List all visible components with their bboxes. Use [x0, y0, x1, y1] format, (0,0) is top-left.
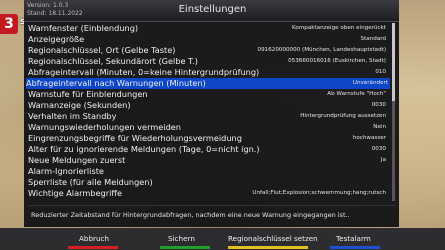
- settings-row-label: Wichtige Alarmbegriffe: [28, 188, 123, 198]
- settings-row[interactable]: Regionalschlüssel, Sekundärort (Gelbe T.…: [28, 56, 388, 67]
- settings-row-value: Unfall;Flut;Explosion;schwemmung;hang;ru…: [252, 190, 386, 196]
- settings-row[interactable]: Warnstufe für Einblendungen Ab Warnstufe …: [28, 89, 388, 100]
- version-info: Version: 1.0.3 Stand: 18.11.2022: [27, 2, 83, 18]
- settings-row[interactable]: Alarm-Ignorierliste: [28, 166, 388, 177]
- settings-row-value: 0030: [371, 102, 386, 108]
- settings-row-value: Hintergrundprüfung aussetzen: [300, 113, 386, 119]
- settings-row-value: Nein: [373, 124, 386, 130]
- green-key-indicator: [160, 246, 210, 249]
- settings-row-value: Kompaktanzeige oben eingerückt: [292, 25, 386, 31]
- settings-row-label: Abfrageintervall nach Warnungen (Minuten…: [26, 78, 206, 88]
- settings-row[interactable]: Sperrliste (für alle Meldungen): [28, 177, 388, 188]
- settings-row[interactable]: Warnanzeige (Sekunden) 0030: [28, 100, 388, 111]
- settings-row[interactable]: Wichtige Alarmbegriffe Unfall;Flut;Explos…: [28, 188, 388, 199]
- blue-key-indicator: [330, 246, 380, 249]
- set-region-key-button[interactable]: Regionalschlüssel setzen: [228, 234, 318, 243]
- channel-logo: 3: [0, 14, 18, 34]
- settings-row-label: Warnstufe für Einblendungen: [28, 89, 148, 99]
- settings-list: Warnfenster (Einblendung) Kompaktanzeige …: [26, 23, 390, 199]
- settings-row-label: Abfrageintervall (Minuten, 0=keine Hinte…: [28, 67, 260, 77]
- settings-row-label: Verhalten im Standby: [28, 111, 117, 121]
- settings-row-label: Regionalschlüssel, Sekundärort (Gelbe T.…: [28, 56, 198, 66]
- cancel-button[interactable]: Abbruch: [79, 234, 109, 243]
- settings-row[interactable]: Neue Meldungen zuerst Ja: [28, 155, 388, 166]
- settings-row[interactable]: Verhalten im Standby Hintergrundprüfung a…: [28, 111, 388, 122]
- settings-row-value: Standard: [360, 36, 386, 42]
- settings-row[interactable]: Abfrageintervall (Minuten, 0=keine Hinte…: [28, 67, 388, 78]
- settings-row-label: Warnanzeige (Sekunden): [28, 100, 131, 110]
- test-alarm-button[interactable]: Testalarm: [336, 234, 371, 243]
- page-title: Einstellungen: [178, 4, 247, 15]
- settings-row-value: hochwasser: [352, 135, 386, 141]
- settings-row-label: Warnungswiederholungen vermeiden: [28, 122, 181, 132]
- settings-row-value: 091620000000 (München, Landeshauptstadt): [257, 47, 386, 53]
- red-key-indicator: [68, 246, 118, 249]
- help-text: Reduzierter Zeitabstand für Hintergrunda…: [28, 205, 396, 225]
- version-label: Version: 1.0.3: [27, 2, 69, 9]
- settings-row[interactable]: Warnungswiederholungen vermeiden Nein: [28, 122, 388, 133]
- settings-row-label: Eingrenzungsbegriffe für Wiederholungsve…: [28, 133, 242, 143]
- settings-row-label: Alarm-Ignorierliste: [28, 166, 104, 176]
- yellow-key-indicator: [228, 246, 308, 249]
- settings-row-label: Sperrliste (für alle Meldungen): [28, 177, 153, 187]
- settings-row[interactable]: Regionalschlüssel, Ort (Gelbe Taste) 0916…: [28, 45, 388, 56]
- settings-row[interactable]: Abfrageintervall nach Warnungen (Minuten…: [26, 78, 390, 89]
- scrollbar-thumb[interactable]: [392, 23, 395, 101]
- settings-row-value: 053660016016 (Euskirchen, Stadt): [288, 58, 386, 64]
- settings-row-label: Regionalschlüssel, Ort (Gelbe Taste): [28, 45, 176, 55]
- settings-row-value: 010: [375, 69, 386, 75]
- settings-row-value: Ab Warnstufe "Hoch": [327, 91, 386, 97]
- settings-row-value: Ja: [380, 157, 386, 163]
- settings-row[interactable]: Anzeigegröße Standard: [28, 34, 388, 45]
- settings-row[interactable]: Alter für zu ignorierende Meldungen (Tag…: [28, 144, 388, 155]
- settings-row-value: 0030: [371, 146, 386, 152]
- settings-row-value: Unverändert: [352, 80, 388, 86]
- date-label: Stand: 18.11.2022: [27, 10, 83, 17]
- save-button[interactable]: Sichern: [168, 234, 195, 243]
- settings-row[interactable]: Eingrenzungsbegriffe für Wiederholungsve…: [28, 133, 388, 144]
- settings-row-label: Warnfenster (Einblendung): [28, 23, 139, 33]
- settings-row[interactable]: Warnfenster (Einblendung) Kompaktanzeige …: [28, 23, 388, 34]
- settings-row-label: Neue Meldungen zuerst: [28, 155, 126, 165]
- settings-row-label: Anzeigegröße: [28, 34, 85, 44]
- settings-row-label: Alter für zu ignorierende Meldungen (Tag…: [28, 144, 260, 154]
